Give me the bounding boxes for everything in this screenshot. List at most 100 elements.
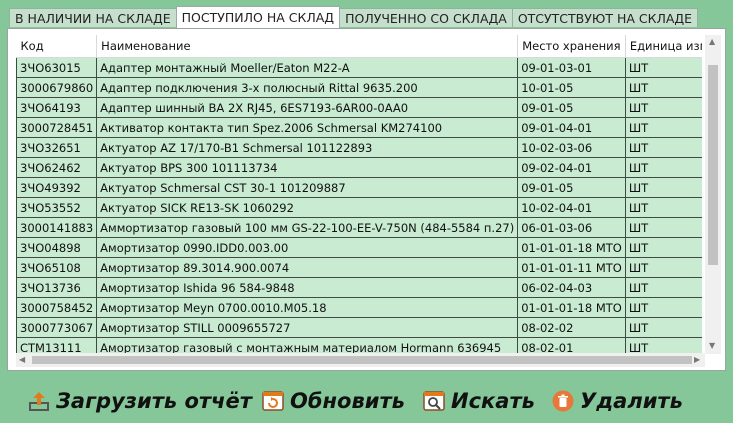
scroll-right-icon[interactable]: ▶ bbox=[694, 355, 700, 365]
table-row[interactable]: СТМ13111 Амортизатор газовый с монтажным … bbox=[16, 337, 702, 353]
table-cell[interactable]: Адаптер подключения 3-х полюсный Rittal … bbox=[96, 77, 519, 98]
inventory-table: КодНаименованиеМесто храненияЕдиница изм… bbox=[16, 35, 702, 353]
table-cell[interactable]: ШТ bbox=[624, 237, 702, 258]
table-cell[interactable]: 3000773067 bbox=[16, 317, 98, 338]
delete-label: Удалить bbox=[580, 389, 683, 413]
table-cell[interactable]: 3ЧО65108 bbox=[16, 257, 98, 278]
table-cell[interactable]: Амортизатор 0990.IDD0.003.00 bbox=[96, 237, 519, 258]
table-cell[interactable]: Активатор контакта тип Spez.2006 Schmers… bbox=[96, 117, 519, 138]
scroll-down-icon[interactable]: ▼ bbox=[709, 341, 715, 351]
table-cell[interactable]: ШТ bbox=[624, 317, 702, 338]
table-cell[interactable]: ШТ bbox=[624, 337, 702, 353]
table-cell[interactable]: 3000758452 bbox=[16, 297, 98, 318]
table-cell[interactable]: 3000141883 bbox=[16, 217, 98, 238]
table-cell[interactable]: 3ЧО53552 bbox=[16, 197, 98, 218]
vertical-scrollbar[interactable]: ▲ ▼ bbox=[705, 35, 721, 354]
table-cell[interactable]: 3ЧО63015 bbox=[16, 57, 98, 78]
table-row[interactable]: 3000728451 Активатор контакта тип Spez.20… bbox=[16, 117, 702, 138]
table-cell[interactable]: Амортизатор 89.3014.900.0074 bbox=[96, 257, 519, 278]
column-header[interactable]: Наименование bbox=[96, 35, 519, 58]
table-cell[interactable]: ШТ bbox=[624, 157, 702, 178]
table-row[interactable]: 3ЧО63015 Адаптер монтажный Moeller/Eaton … bbox=[16, 57, 702, 78]
table-cell[interactable]: Адаптер шинный ВА 2Х RJ45, 6ES7193-6AR00… bbox=[96, 97, 519, 118]
table-cell[interactable]: ШТ bbox=[624, 277, 702, 298]
table-row[interactable]: 3ЧО13736 Амортизатор Ishida 96 584-9848 06… bbox=[16, 277, 702, 298]
table-cell[interactable]: Актуатор AZ 17/170-B1 Schmersal 10112289… bbox=[96, 137, 519, 158]
table-cell[interactable]: Адаптер монтажный Moeller/Eaton M22-A bbox=[96, 57, 519, 78]
table-cell[interactable]: 08-02-01 bbox=[517, 337, 626, 353]
column-header[interactable]: Единица измерения bbox=[625, 35, 702, 58]
table-cell[interactable]: 10-01-05 bbox=[517, 77, 626, 98]
trash-icon bbox=[552, 390, 574, 412]
table-cell[interactable]: Актуатор BPS 300 101113734 bbox=[96, 157, 519, 178]
table-row[interactable]: 3ЧО04898 Амортизатор 0990.IDD0.003.00 01-0… bbox=[16, 237, 702, 258]
table-row[interactable]: 3ЧО62462 Актуатор BPS 300 101113734 09-02-… bbox=[16, 157, 702, 178]
table-cell[interactable]: 3ЧО32651 bbox=[16, 137, 98, 158]
table-cell[interactable]: 10-02-03-06 bbox=[517, 137, 626, 158]
table-row[interactable]: 3ЧО32651 Актуатор AZ 17/170-B1 Schmersal … bbox=[16, 137, 702, 158]
tab-3[interactable]: ОТСУТСТВУЮТ НА СКЛАДЕ bbox=[511, 8, 699, 27]
table-cell[interactable]: ШТ bbox=[624, 257, 702, 278]
table-cell[interactable]: 3ЧО62462 bbox=[16, 157, 98, 178]
table-cell[interactable]: ШТ bbox=[624, 217, 702, 238]
table-cell[interactable]: 09-01-03-01 bbox=[517, 57, 626, 78]
table-row[interactable]: 3000758452 Амортизатор Meyn 0700.0010.M05… bbox=[16, 297, 702, 318]
table-cell[interactable]: ШТ bbox=[624, 57, 702, 78]
tab-0[interactable]: В НАЛИЧИИ НА СКЛАДЕ bbox=[9, 8, 177, 27]
table-cell[interactable]: Амортизатор Meyn 0700.0010.M05.18 bbox=[96, 297, 519, 318]
table-row[interactable]: 3000679860 Адаптер подключения 3-х полюсн… bbox=[16, 77, 702, 98]
table-cell[interactable]: ШТ bbox=[624, 117, 702, 138]
table-cell[interactable]: Аммортизатор газовый 100 мм GS-22-100-EE… bbox=[96, 217, 519, 238]
table-cell[interactable]: 01-01-01-11 МТО bbox=[517, 257, 626, 278]
table-cell[interactable]: 08-02-02 bbox=[517, 317, 626, 338]
table-cell[interactable]: 09-01-04-01 bbox=[517, 117, 626, 138]
table-row[interactable]: 3ЧО53552 Актуатор SICK RE13-SK 1060292 10-… bbox=[16, 197, 702, 218]
table-cell[interactable]: 09-01-05 bbox=[517, 97, 626, 118]
column-header[interactable]: Код bbox=[16, 35, 98, 58]
table-cell[interactable]: 3000728451 bbox=[16, 117, 98, 138]
refresh-label: Обновить bbox=[290, 389, 405, 413]
scroll-left-icon[interactable]: ◀ bbox=[19, 355, 25, 365]
table-cell[interactable]: 09-01-05 bbox=[517, 177, 626, 198]
table-cell[interactable]: 06-02-04-03 bbox=[517, 277, 626, 298]
table-cell[interactable]: 3ЧО49392 bbox=[16, 177, 98, 198]
scroll-up-icon[interactable]: ▲ bbox=[709, 37, 715, 47]
vertical-scroll-thumb[interactable] bbox=[708, 65, 718, 265]
table-cell[interactable]: 3ЧО04898 bbox=[16, 237, 98, 258]
tab-1[interactable]: ПОСТУПИЛО НА СКЛАД bbox=[175, 6, 341, 28]
table-row[interactable]: 3000141883 Аммортизатор газовый 100 мм GS… bbox=[16, 217, 702, 238]
table-cell[interactable]: 3ЧО13736 bbox=[16, 277, 98, 298]
table-cell[interactable]: 01-01-01-18 МТО bbox=[517, 237, 626, 258]
search-button[interactable]: Искать bbox=[423, 386, 535, 416]
horizontal-scroll-thumb[interactable] bbox=[32, 356, 692, 364]
table-row[interactable]: 3000773067 Амортизатор STILL 0009655727 08… bbox=[16, 317, 702, 338]
table-cell[interactable]: Амортизатор Ishida 96 584-9848 bbox=[96, 277, 519, 298]
refresh-button[interactable]: Обновить bbox=[262, 386, 405, 416]
table-cell[interactable]: ШТ bbox=[624, 177, 702, 198]
table-cell[interactable]: 10-02-04-01 bbox=[517, 197, 626, 218]
table-cell[interactable]: Амортизатор STILL 0009655727 bbox=[96, 317, 519, 338]
data-panel: КодНаименованиеМесто храненияЕдиница изм… bbox=[7, 28, 726, 371]
table-cell[interactable]: 01-01-01-18 МТО bbox=[517, 297, 626, 318]
table-cell[interactable]: 3000679860 bbox=[16, 77, 98, 98]
table-cell[interactable]: ШТ bbox=[624, 297, 702, 318]
table-cell[interactable]: ШТ bbox=[624, 197, 702, 218]
table-cell[interactable]: 06-01-03-06 bbox=[517, 217, 626, 238]
table-cell[interactable]: 3ЧО64193 bbox=[16, 97, 98, 118]
table-cell[interactable]: СТМ13111 bbox=[16, 337, 98, 353]
table-cell[interactable]: ШТ bbox=[624, 97, 702, 118]
table-cell[interactable]: Амортизатор газовый с монтажным материал… bbox=[96, 337, 519, 353]
table-cell[interactable]: ШТ bbox=[624, 137, 702, 158]
table-cell[interactable]: Актуатор Schmersal CST 30-1 101209887 bbox=[96, 177, 519, 198]
table-row[interactable]: 3ЧО49392 Актуатор Schmersal CST 30-1 1012… bbox=[16, 177, 702, 198]
column-header[interactable]: Место хранения bbox=[517, 35, 626, 58]
table-cell[interactable]: Актуатор SICK RE13-SK 1060292 bbox=[96, 197, 519, 218]
delete-button[interactable]: Удалить bbox=[552, 386, 683, 416]
horizontal-scrollbar[interactable]: ◀ ▶ bbox=[16, 353, 705, 367]
table-row[interactable]: 3ЧО64193 Адаптер шинный ВА 2Х RJ45, 6ES71… bbox=[16, 97, 702, 118]
table-cell[interactable]: 09-02-04-01 bbox=[517, 157, 626, 178]
tab-2[interactable]: ПОЛУЧЕННО СО СКЛАДА bbox=[339, 8, 513, 27]
table-cell[interactable]: ШТ bbox=[624, 77, 702, 98]
upload-report-button[interactable]: Загрузить отчёт bbox=[28, 386, 252, 416]
table-row[interactable]: 3ЧО65108 Амортизатор 89.3014.900.0074 01-0… bbox=[16, 257, 702, 278]
